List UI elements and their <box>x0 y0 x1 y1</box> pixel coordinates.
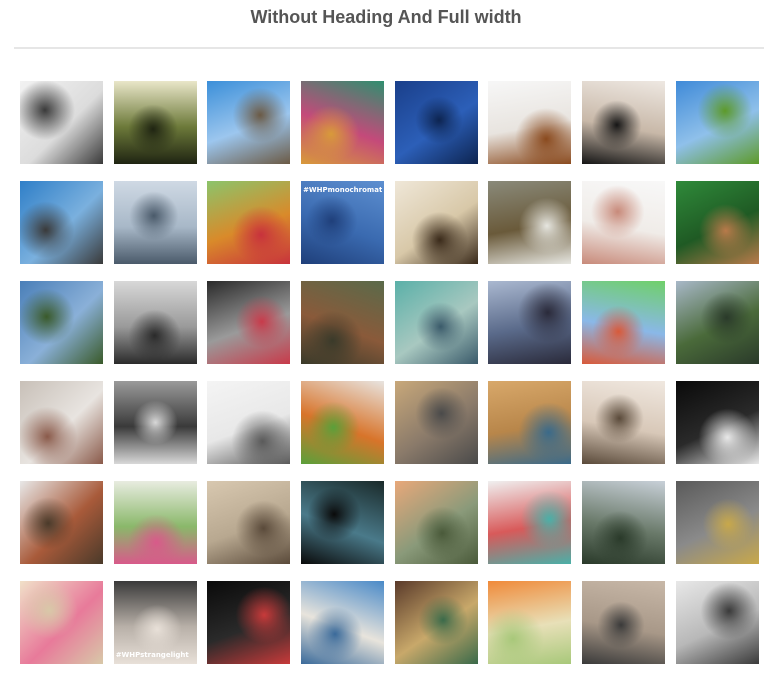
hooded-figure-photo <box>207 581 291 664</box>
painted-hands-photo <box>582 181 666 264</box>
gallery-tile[interactable] <box>113 381 197 464</box>
gallery-tile[interactable] <box>301 481 385 564</box>
gallery-tile[interactable] <box>675 81 759 164</box>
gallery-tile[interactable] <box>394 281 478 364</box>
gallery-tile[interactable] <box>20 181 103 264</box>
photo-grid-photo <box>394 281 478 364</box>
tile-caption: #WHPmonochromatic <box>303 186 383 194</box>
gallery-tile[interactable] <box>301 81 385 164</box>
flying-kites-photo <box>207 381 291 464</box>
turtle-hand-photo <box>675 481 759 564</box>
winter-forest-photo <box>20 481 103 564</box>
painted-trees-photo <box>394 581 478 664</box>
green-hills-sky-photo <box>675 81 759 164</box>
gallery-tile[interactable] <box>113 81 197 164</box>
gallery-tile[interactable] <box>207 181 291 264</box>
barn-goat-photo <box>488 181 572 264</box>
gallery-tile[interactable] <box>394 481 478 564</box>
gallery-tile[interactable] <box>675 181 759 264</box>
gallery-tile[interactable] <box>488 281 572 364</box>
gallery-tile[interactable] <box>20 281 103 364</box>
person-on-rocks-photo <box>488 281 572 364</box>
photo-grid: #WHPmonochromatic #WHPstrangelight <box>20 81 760 671</box>
gallery-tile[interactable] <box>394 381 478 464</box>
gallery-tile[interactable] <box>394 81 478 164</box>
sleeping-cats-photo <box>207 481 291 564</box>
gallery-tile[interactable] <box>207 281 291 364</box>
donuts-dog-photo <box>207 181 291 264</box>
green-globe-hands-photo <box>675 181 759 264</box>
gallery-tile[interactable]: #WHPstrangelight <box>113 581 197 664</box>
foggy-water-photo <box>582 581 666 664</box>
cabbage-orange-photo <box>488 581 572 664</box>
gallery-tile[interactable] <box>675 381 759 464</box>
gallery-tile[interactable] <box>113 281 197 364</box>
illustrated-figures-photo <box>394 181 478 264</box>
title-divider <box>14 47 764 49</box>
gallery-tile[interactable] <box>582 581 666 664</box>
woman-portrait-photo <box>113 281 197 364</box>
bmx-rider-photo <box>582 481 666 564</box>
gallery-tile[interactable] <box>675 281 759 364</box>
teddy-bears-photo <box>301 281 385 364</box>
gallery-tile[interactable]: #WHPmonochromatic <box>301 181 385 264</box>
gallery-tile[interactable] <box>113 181 197 264</box>
lone-tree-field-photo <box>113 181 197 264</box>
cloud-rain-plate-photo <box>394 81 478 164</box>
forest-sunlight-photo <box>113 81 197 164</box>
gallery-visitors-photo <box>675 581 759 664</box>
misty-tower-photo <box>394 381 478 464</box>
city-smoke-photo <box>207 281 291 364</box>
mountain-valley-photo <box>675 281 759 364</box>
white-bird-photo <box>675 381 759 464</box>
gallery-tile[interactable] <box>207 481 291 564</box>
gallery-tile[interactable] <box>113 481 197 564</box>
gallery-tile[interactable] <box>207 81 291 164</box>
paint-swatches-photo <box>488 481 572 564</box>
page-title: Without Heading And Full width <box>250 7 522 27</box>
gallery-tile[interactable] <box>582 281 666 364</box>
dog-jumping-rocks-photo <box>207 81 291 164</box>
color-collage-photo <box>301 81 385 164</box>
gallery-tile[interactable] <box>582 381 666 464</box>
gallery-tile[interactable] <box>488 581 572 664</box>
gallery-tile[interactable] <box>20 581 103 664</box>
gallery-tile[interactable] <box>488 181 572 264</box>
gallery-tile[interactable] <box>20 81 103 164</box>
pink-cookies-photo <box>20 581 103 664</box>
gallery-tile[interactable] <box>301 381 385 464</box>
gallery-tile[interactable] <box>675 581 759 664</box>
gallery-tile[interactable] <box>207 581 291 664</box>
city-aerial-photo <box>394 481 478 564</box>
watercolor-painting-photo <box>488 81 572 164</box>
masked-figure-photo <box>20 81 103 164</box>
gallery-tile[interactable] <box>20 381 103 464</box>
gallery-tile[interactable] <box>488 381 572 464</box>
gallery-tile[interactable] <box>20 481 103 564</box>
tile-caption: #WHPstrangelight <box>115 651 189 659</box>
gallery-tile[interactable] <box>488 81 572 164</box>
floral-dress-photo <box>113 481 197 564</box>
mirror-sphere-photo <box>20 281 103 364</box>
gallery-tile[interactable] <box>582 81 666 164</box>
robot-illustration-photo <box>582 281 666 364</box>
gallery-tile[interactable] <box>207 381 291 464</box>
painting-hand-photo <box>488 381 572 464</box>
gallery-tile[interactable] <box>582 181 666 264</box>
gallery-tile[interactable] <box>394 581 478 664</box>
gallery-tile[interactable] <box>301 281 385 364</box>
snowy-buildings-photo <box>20 381 103 464</box>
gallery-tile[interactable] <box>582 481 666 564</box>
striped-shadow-photo <box>113 381 197 464</box>
ink-drawing-photo <box>582 381 666 464</box>
skateboard-jump-photo <box>20 181 103 264</box>
gallery-tile[interactable] <box>675 481 759 564</box>
gallery-tile[interactable] <box>301 581 385 664</box>
sketchbook-lake-photo <box>301 581 385 664</box>
night-grid-photo <box>301 481 385 564</box>
gallery-tile[interactable] <box>488 481 572 564</box>
tree-silhouette-photo <box>582 81 666 164</box>
gallery-tile[interactable] <box>394 181 478 264</box>
hotdog-hat-photo <box>301 381 385 464</box>
